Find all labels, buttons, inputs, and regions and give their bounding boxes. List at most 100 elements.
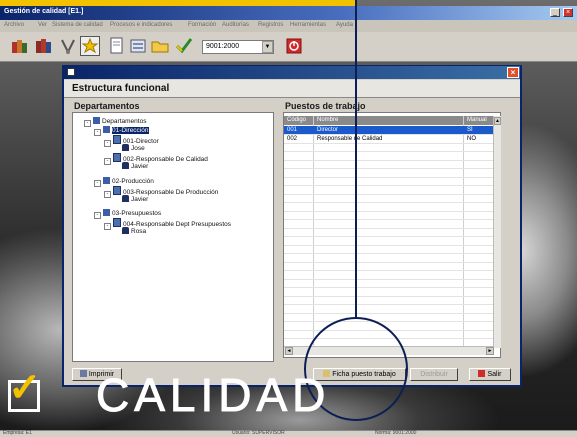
tree-node[interactable]: -002-Responsable De Calidad bbox=[104, 153, 208, 165]
collapse-icon[interactable]: - bbox=[94, 129, 101, 136]
grid-row-line bbox=[284, 321, 500, 322]
exit-button-label: Salir bbox=[487, 371, 502, 378]
menu-ayuda[interactable]: Ayuda bbox=[336, 22, 353, 28]
collapse-icon[interactable]: - bbox=[104, 140, 111, 147]
dialog-app-icon bbox=[67, 68, 75, 76]
departments-title: Departamentos bbox=[74, 101, 140, 111]
document-icon[interactable] bbox=[106, 36, 126, 56]
star-folder-icon[interactable] bbox=[80, 36, 100, 56]
printer-icon bbox=[79, 370, 87, 377]
grid-row-line bbox=[284, 287, 500, 288]
grid-row-line bbox=[284, 244, 500, 246]
departments-tree[interactable] bbox=[72, 112, 274, 362]
grid-row-line bbox=[284, 270, 500, 271]
logo-check-icon: ✓ bbox=[8, 366, 42, 410]
distribute-button[interactable]: Distribuir bbox=[410, 368, 458, 381]
grid-row-line bbox=[284, 236, 500, 237]
tree-node[interactable]: Javier bbox=[122, 195, 148, 204]
folder-icon bbox=[93, 117, 100, 124]
collapse-icon[interactable]: - bbox=[84, 120, 91, 127]
scroll-left-icon[interactable]: ◄ bbox=[285, 347, 293, 355]
status-user: Usuario: SUPERVISOR bbox=[232, 430, 285, 436]
dialog-close-button[interactable]: × bbox=[507, 67, 519, 78]
close-app-button[interactable]: × bbox=[563, 8, 573, 17]
menu-registros[interactable]: Registros bbox=[258, 22, 283, 28]
cell-manual: SÍ bbox=[467, 127, 473, 133]
menu-sistema[interactable]: Sistema de calidad bbox=[52, 22, 103, 28]
status-standard: Norma: 9001:2000 bbox=[375, 430, 417, 436]
grid-row-line bbox=[284, 329, 500, 331]
tree-node[interactable]: Jose bbox=[122, 144, 145, 153]
grid-row-line bbox=[284, 193, 500, 195]
grid-row-line bbox=[284, 176, 500, 178]
exit-button[interactable]: Salir bbox=[469, 368, 511, 381]
cell-name: Director bbox=[317, 127, 339, 133]
folder-icon bbox=[103, 177, 110, 184]
tree-node[interactable]: Javier bbox=[122, 162, 148, 171]
grid-row-line bbox=[284, 168, 500, 169]
minimize-button[interactable]: _ bbox=[550, 8, 560, 17]
statusbar bbox=[0, 430, 577, 437]
tree-node-label: 01-Dirección bbox=[112, 127, 149, 134]
grid-row-line bbox=[284, 185, 500, 186]
person-icon bbox=[122, 195, 129, 202]
grid-row-line bbox=[284, 142, 500, 144]
status-company: Empresa: E1 bbox=[3, 430, 32, 436]
check-icon[interactable] bbox=[174, 36, 194, 56]
tree-node-label: Rosa bbox=[131, 228, 147, 235]
tree-node-label: 02-Producción bbox=[112, 178, 154, 185]
books-icon[interactable] bbox=[10, 36, 30, 56]
grid-row-line bbox=[284, 261, 500, 263]
logo-text: CALIDAD bbox=[95, 369, 331, 421]
grid-row-line bbox=[284, 295, 500, 297]
app-titlebar bbox=[0, 6, 577, 20]
collapse-icon[interactable]: - bbox=[94, 212, 101, 219]
column-header-name[interactable]: Nombre bbox=[317, 117, 338, 123]
menu-auditorias[interactable]: Auditorías bbox=[222, 22, 249, 28]
inspect-icon[interactable] bbox=[58, 36, 78, 56]
folder-icon bbox=[103, 126, 110, 133]
distribute-button-label: Distribuir bbox=[420, 371, 448, 378]
folder-icon bbox=[103, 209, 110, 216]
menu-procesos[interactable]: Procesos e indicadores bbox=[110, 22, 172, 28]
tree-node-label: Jose bbox=[131, 145, 145, 152]
menu-archivo[interactable]: Archivo bbox=[4, 22, 24, 28]
jobs-title: Puestos de trabajo bbox=[285, 101, 366, 111]
scroll-right-icon[interactable]: ► bbox=[486, 347, 494, 355]
tree-node-label: Javier bbox=[131, 196, 149, 203]
grid-row-line bbox=[284, 134, 500, 135]
scroll-up-icon[interactable]: ▲ bbox=[494, 117, 501, 125]
document-icon bbox=[113, 186, 121, 195]
document-icon bbox=[113, 153, 121, 162]
grid-row-line bbox=[284, 253, 500, 254]
column-header-code[interactable]: Código bbox=[287, 117, 306, 123]
grid-row-line bbox=[284, 278, 500, 280]
callout-line bbox=[355, 0, 357, 318]
column-header-manual[interactable]: Manual bbox=[467, 117, 487, 123]
collapse-icon[interactable]: - bbox=[104, 191, 111, 198]
app-title: Gestión de calidad [E1.] bbox=[4, 8, 84, 15]
grid-row-line bbox=[284, 202, 500, 203]
forms-icon[interactable] bbox=[128, 36, 148, 56]
folder-icon[interactable] bbox=[150, 36, 170, 56]
collapse-icon[interactable]: - bbox=[104, 223, 111, 230]
table-row-selected[interactable] bbox=[284, 126, 493, 134]
vertical-scrollbar[interactable] bbox=[493, 116, 501, 348]
menu-formacion[interactable]: Formación bbox=[188, 22, 216, 28]
dialog-heading: Estructura funcional bbox=[72, 83, 170, 94]
collapse-icon[interactable]: - bbox=[94, 180, 101, 187]
chevron-down-icon[interactable]: ▼ bbox=[262, 41, 273, 53]
grid-row-line bbox=[284, 159, 500, 161]
books-alt-icon[interactable] bbox=[34, 36, 54, 56]
tree-node-label: Javier bbox=[131, 163, 149, 170]
grid-row-line bbox=[284, 210, 500, 212]
menu-ver[interactable]: Ver bbox=[38, 22, 47, 28]
grid-row-line bbox=[284, 227, 500, 229]
tree-node[interactable]: Rosa bbox=[122, 227, 146, 236]
exit-icon[interactable] bbox=[284, 36, 304, 56]
person-icon bbox=[122, 227, 129, 234]
grid-row-line bbox=[284, 151, 500, 152]
collapse-icon[interactable]: - bbox=[104, 158, 111, 165]
grid-row-line bbox=[284, 219, 500, 220]
menu-herramientas[interactable]: Herramientas bbox=[290, 22, 326, 28]
